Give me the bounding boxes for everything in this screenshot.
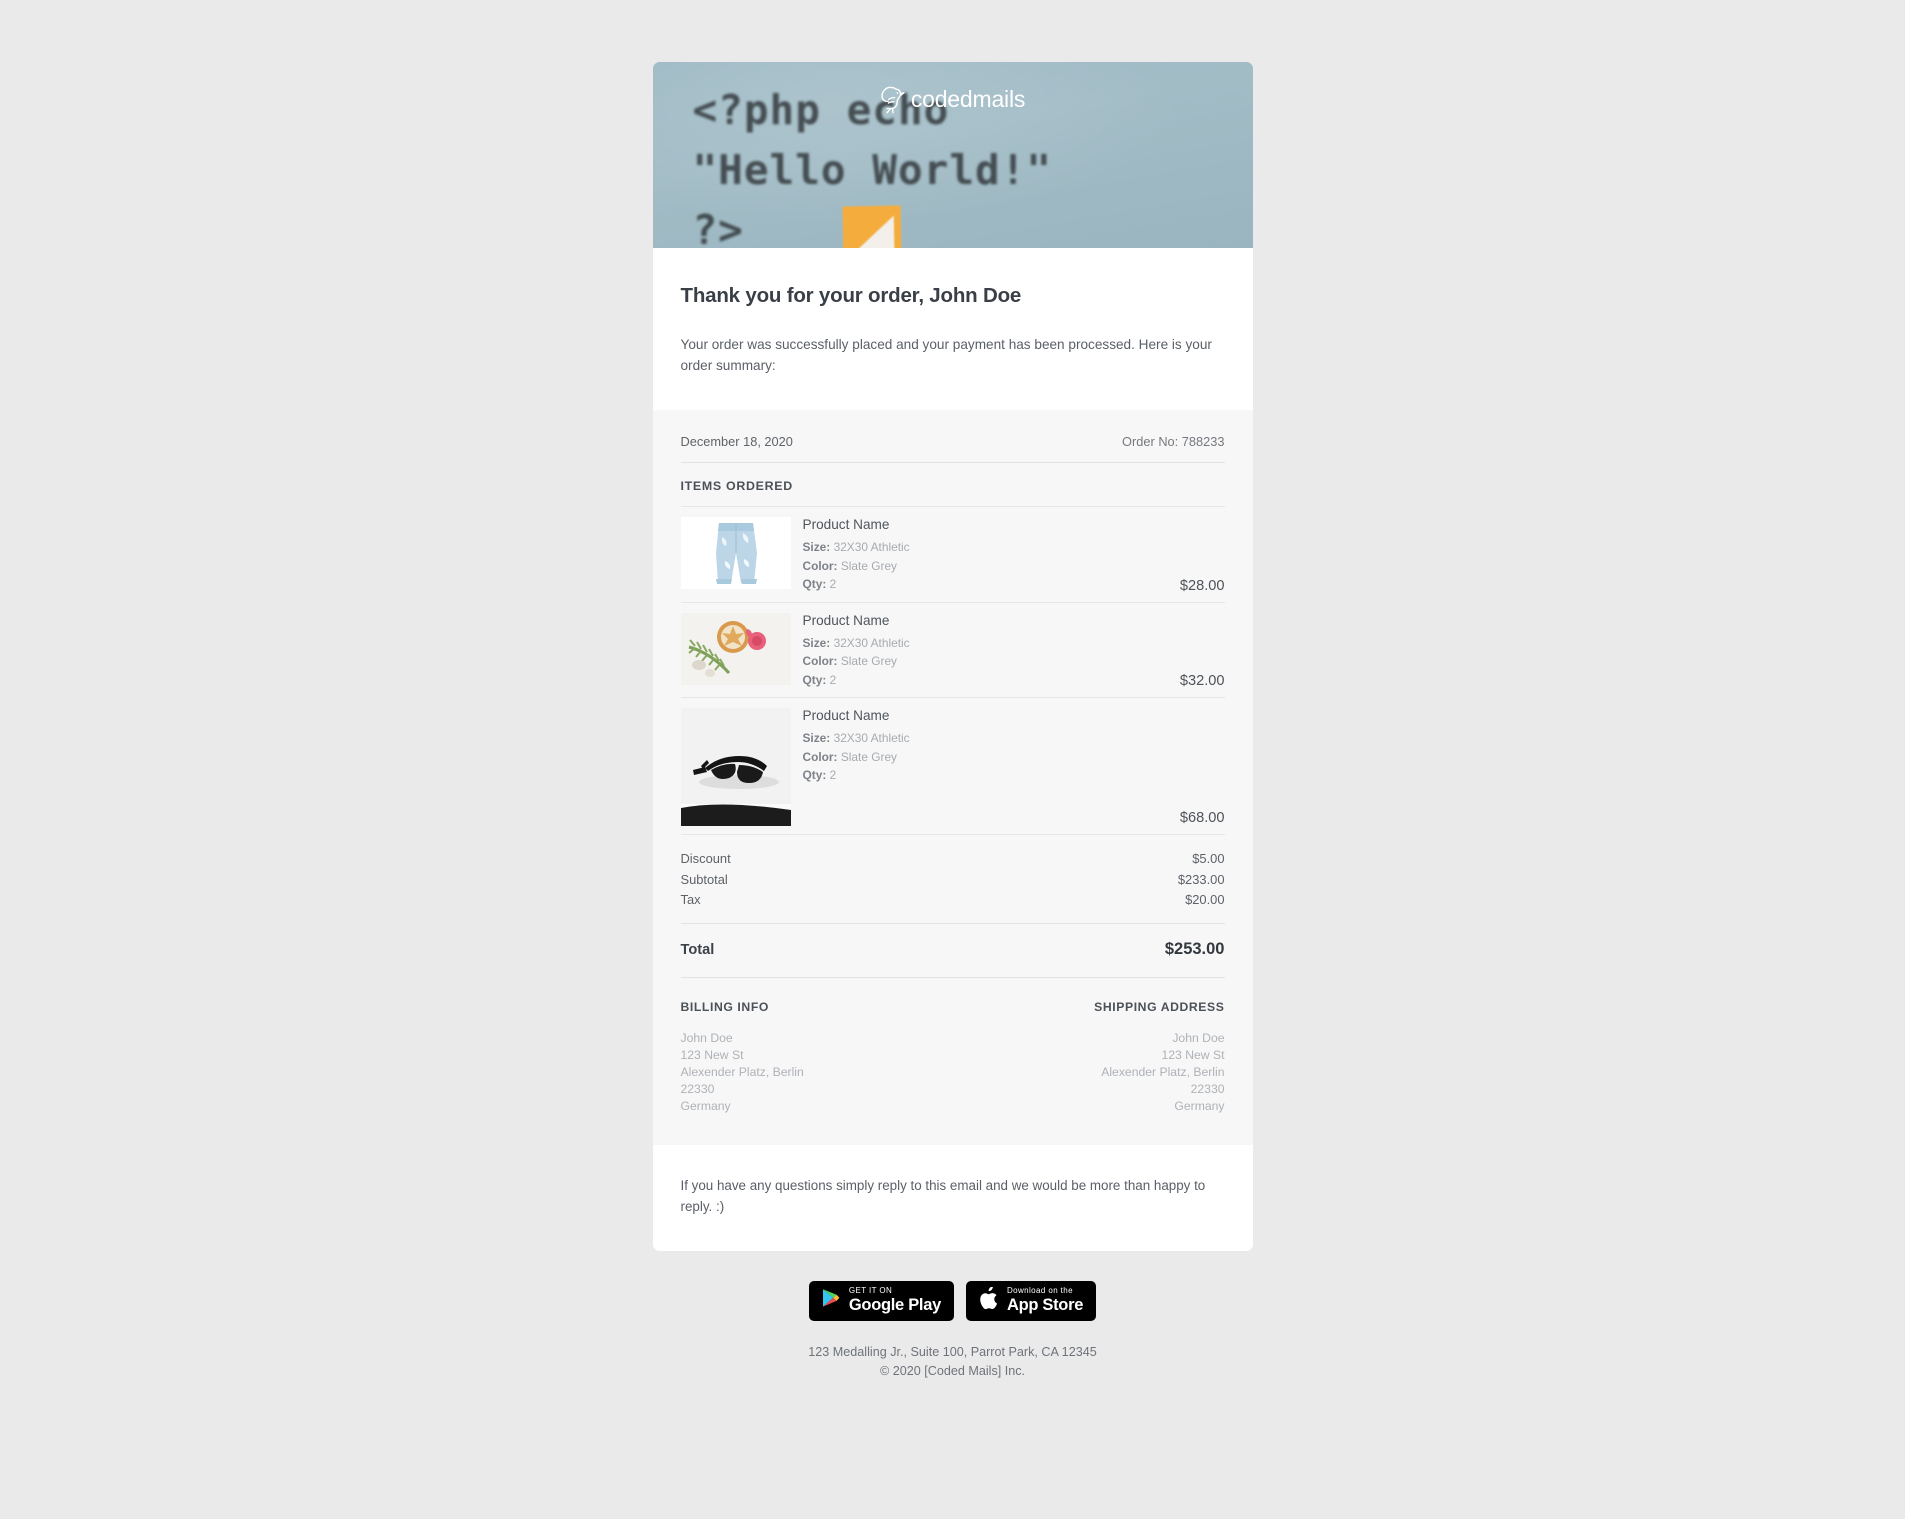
app-store-small-text: Download on the <box>1006 1286 1073 1296</box>
order-summary-section: December 18, 2020 Order No: 788233 ITEMS… <box>652 410 1253 1145</box>
intro-section: Thank you for your order, John Doe Your … <box>652 248 1253 410</box>
shipping-line: 22330 <box>1190 1081 1225 1096</box>
apple-logo-icon <box>979 1285 998 1315</box>
header-code-line-3: ?> <box>692 206 744 248</box>
product-size: Size: 32X30 Athletic <box>802 635 910 650</box>
google-play-badge[interactable]: GET IT ON Google Play <box>808 1280 954 1321</box>
sticky-note-decoration <box>842 205 901 248</box>
product-price-wrap: $28.00 <box>1014 517 1225 594</box>
product-price: $32.00 <box>1179 673 1225 689</box>
footer-text-block: 123 Medalling Jr., Suite 100, Parrot Par… <box>808 1343 1096 1381</box>
shipping-line: John Doe <box>1172 1030 1225 1045</box>
total-line-tax: Tax $20.00 <box>681 890 1225 911</box>
order-item-details: Product Name Size: 32X30 Athletic Color:… <box>803 613 1014 690</box>
grand-total-label: Total <box>680 941 715 958</box>
billing-info-block: BILLING INFO John Doe 123 New St Alexend… <box>681 1000 942 1115</box>
order-item-row: Product Name Size: 32X30 Athletic Color:… <box>680 697 1225 834</box>
email-page: <?php echo "Hello World!" ?> codedmails … <box>0 0 1905 1519</box>
product-size: Size: 32X30 Athletic <box>802 540 910 554</box>
brand-logo-text: codedmails <box>910 85 1026 112</box>
items-ordered-heading: ITEMS ORDERED <box>680 462 1225 506</box>
google-play-big-text: Google Play <box>848 1296 941 1315</box>
order-number: Order No: 788233 <box>1122 434 1225 449</box>
order-item-details: Product Name Size: 32X30 Athletic Color:… <box>803 517 1014 594</box>
product-qty: Qty: 2 <box>802 577 837 591</box>
product-name: Product Name <box>802 612 890 628</box>
product-color: Color: Slate Grey <box>802 654 898 668</box>
billing-line: Alexender Platz, Berlin <box>680 1064 804 1079</box>
order-item-details: Product Name Size: 32X30 Athletic Color:… <box>803 708 1225 826</box>
floral-flatlay-photo <box>680 612 791 685</box>
discount-value: $5.00 <box>1192 851 1225 866</box>
grand-total-row: Total $253.00 <box>680 922 1225 963</box>
product-name: Product Name <box>802 708 890 723</box>
order-meta-row: December 18, 2020 Order No: 788233 <box>681 434 1225 462</box>
shipping-line: 123 New St <box>1161 1047 1225 1062</box>
billing-line: Germany <box>680 1098 731 1113</box>
tax-value: $20.00 <box>1185 892 1225 907</box>
shipping-line: Alexender Platz, Berlin <box>1101 1064 1225 1079</box>
product-price: $28.00 <box>1179 577 1225 594</box>
shipping-line: Germany <box>1174 1098 1225 1113</box>
total-line-subtotal: Subtotal $233.00 <box>681 870 1225 891</box>
product-price-wrap: $68.00 <box>803 785 1225 826</box>
outro-section: If you have any questions simply reply t… <box>652 1144 1253 1251</box>
email-header-banner: <?php echo "Hello World!" ?> codedmails <box>652 62 1253 248</box>
order-item-row: Product Name Size: 32X30 Athletic Color:… <box>680 506 1225 602</box>
company-address: 123 Medalling Jr., Suite 100, Parrot Par… <box>808 1344 1097 1359</box>
bird-icon <box>880 84 906 114</box>
brand-logo[interactable]: codedmails <box>653 84 1253 114</box>
intro-body-text: Your order was successfully placed and y… <box>680 337 1212 373</box>
product-size: Size: 32X30 Athletic <box>802 731 910 745</box>
app-store-badge[interactable]: Download on the App Store <box>965 1280 1097 1321</box>
subtotal-value: $233.00 <box>1177 871 1225 887</box>
billing-line: 22330 <box>680 1081 715 1096</box>
email-footer: GET IT ON Google Play Download on the Ap… <box>653 1251 1253 1381</box>
product-color: Color: Slate Grey <box>802 749 898 764</box>
shipping-address-title: SHIPPING ADDRESS <box>1094 999 1225 1014</box>
order-date: December 18, 2020 <box>680 434 793 449</box>
billing-info-title: BILLING INFO <box>680 999 769 1014</box>
discount-label: Discount <box>680 851 731 866</box>
addresses-section: BILLING INFO John Doe 123 New St Alexend… <box>680 976 1225 1115</box>
product-price: $68.00 <box>1179 810 1225 826</box>
page-title: Thank you for your order, John Doe <box>680 284 1022 307</box>
order-item-row: Product Name Size: 32X30 Athletic Color:… <box>680 601 1225 698</box>
billing-line: John Doe <box>680 1030 733 1045</box>
google-play-label: GET IT ON Google Play <box>849 1287 941 1314</box>
tax-label: Tax <box>680 892 701 907</box>
product-name: Product Name <box>802 517 890 532</box>
product-qty: Qty: 2 <box>802 672 837 687</box>
denim-shorts-photo <box>680 517 791 589</box>
product-color: Color: Slate Grey <box>802 558 898 573</box>
billing-line: 123 New St <box>680 1047 744 1062</box>
app-store-label: Download on the App Store <box>1007 1287 1083 1314</box>
copyright-notice: © 2020 [Coded Mails] Inc. <box>879 1363 1026 1378</box>
google-play-icon <box>822 1288 840 1313</box>
shipping-address-block: SHIPPING ADDRESS John Doe 123 New St Ale… <box>963 1000 1224 1115</box>
google-play-small-text: GET IT ON <box>848 1286 893 1296</box>
subtotal-label: Subtotal <box>680 871 728 887</box>
header-code-line-2: "Hello World!" <box>692 146 1053 194</box>
email-card: <?php echo "Hello World!" ?> codedmails … <box>652 62 1253 1251</box>
grand-total-value: $253.00 <box>1164 939 1225 958</box>
app-badges: GET IT ON Google Play Download on the Ap… <box>808 1280 1097 1321</box>
product-qty: Qty: 2 <box>802 768 837 782</box>
totals-section: Discount $5.00 Subtotal $233.00 Tax $20.… <box>680 834 1225 963</box>
total-line-discount: Discount $5.00 <box>681 849 1225 870</box>
sunglasses-photo <box>680 708 791 826</box>
product-price-wrap: $32.00 <box>1014 613 1225 689</box>
app-store-big-text: App Store <box>1006 1296 1084 1315</box>
